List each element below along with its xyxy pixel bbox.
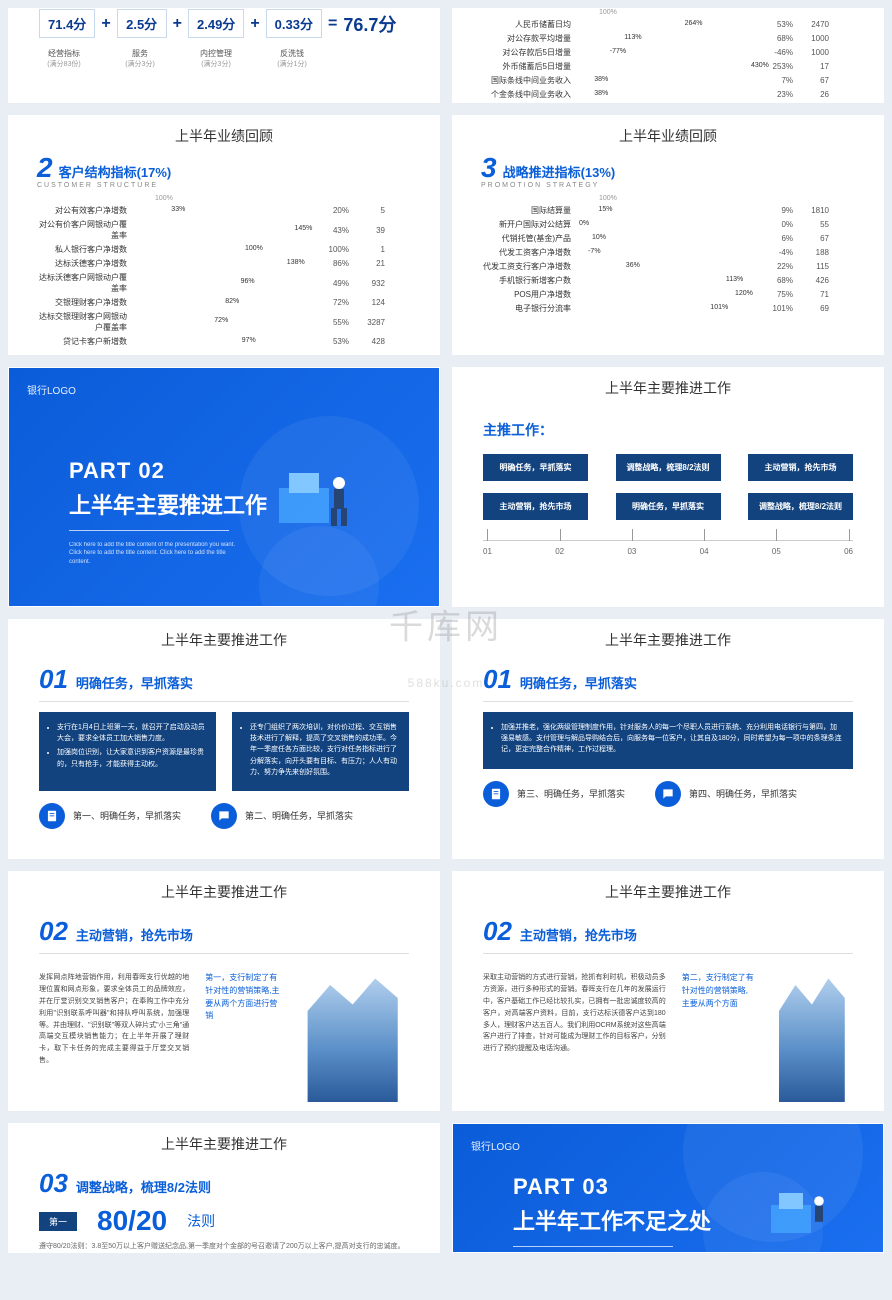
chart-row: 对公有价客户网银动户覆盖率 145% 43%39 xyxy=(37,219,411,241)
chart-row: 代发工资支行客户净增数 36% 22%115 xyxy=(481,261,855,272)
chat-icon xyxy=(211,803,237,829)
slide-promotion-strategy: 上半年业绩回顾 3战略推进指标(13%) PROMOTION STRATEGY … xyxy=(452,115,884,355)
chart-row: 达标交银理财客户网银动户覆盖率 72% 55%3287 xyxy=(37,311,411,333)
slide-task-01a: 上半年主要推进工作 01明确任务，早抓落实 支行在1月4日上班第一天，就召开了启… xyxy=(8,619,440,859)
slide-grid: 71.4分 + 2.5分 + 2.49分 + 0.33分 = 76.7分 经营指… xyxy=(8,8,884,1253)
slide-scores: 71.4分 + 2.5分 + 2.49分 + 0.33分 = 76.7分 经营指… xyxy=(8,8,440,103)
chart-row: 私人银行客户净增数 100% 100%1 xyxy=(37,244,411,255)
icon-item: 第四、明确任务，早抓落实 xyxy=(655,781,797,807)
timeline-box: 明确任务，早抓落实 xyxy=(616,493,721,520)
icon-item: 第三、明确任务，早抓落实 xyxy=(483,781,625,807)
chart-row: 达标沃德客户网银动户覆盖率 96% 49%932 xyxy=(37,272,411,294)
chart-row: 外币储蓄后5日增量 430% 253%17 xyxy=(481,61,855,72)
slide-task-03: 上半年主要推进工作 03调整战略，梳理8/2法则 第一 80/20 法则 遵守8… xyxy=(8,1123,440,1253)
doc-icon xyxy=(483,781,509,807)
chart-row: 代销托管(基金)产品 10% 6%67 xyxy=(481,233,855,244)
part-title: 上半年主要推进工作 xyxy=(69,488,267,520)
slide-task-02a: 上半年主要推进工作 02主动营销，抢先市场 发挥网点阵地营销作用，利用春晖支行优… xyxy=(8,871,440,1111)
rule-8020: 80/20 xyxy=(97,1205,167,1237)
body-text: 发挥网点阵地营销作用，利用春晖支行优越的地理位置和网点形象，要求全体员工的品牌效… xyxy=(39,972,189,1102)
plus-icon: + xyxy=(101,15,110,33)
worker-illustration xyxy=(763,1164,843,1253)
timeline-box: 明确任务，早抓落实 xyxy=(483,454,588,481)
chart-row: 新开户国际对公结算 0% 0%55 xyxy=(481,219,855,230)
bank-logo: 银行LOGO xyxy=(27,382,76,397)
chart-row: 达标沃德客户净增数 138% 86%21 xyxy=(37,258,411,269)
slide-task-02b: 上半年主要推进工作 02主动营销，抢先市场 采取主动营销的方式进行营销，抢抓有利… xyxy=(452,871,884,1111)
chart-row: 个金条线中间业务收入 38% 23%26 xyxy=(481,89,855,100)
slide-title: 上半年业绩回顾 xyxy=(9,116,439,152)
chart-row: 交银理财客户净增数 82% 72%124 xyxy=(37,297,411,308)
rule-tag: 第一 xyxy=(39,1212,77,1231)
chart-row: 对公存款后5日增量 -77% -46%1000 xyxy=(481,47,855,58)
chart-row: 对公存款平均增量 113% 68%1000 xyxy=(481,33,855,44)
timeline-box: 调整战略，梳理8/2法则 xyxy=(616,454,721,481)
chart-row: 对公有效客户净增数 33% 20%5 xyxy=(37,205,411,216)
slide-timeline: 上半年主要推进工作 主推工作： 明确任务，早抓落实调整战略，梳理8/2法则主动营… xyxy=(452,367,884,607)
chart-row: 手机银行新增客户数 113% 68%426 xyxy=(481,275,855,286)
icon-item: 第一、明确任务，早抓落实 xyxy=(39,803,181,829)
chart-row: 人民币储蓄日均 264% 53%2470 xyxy=(481,19,855,30)
chart-row: 国际结算量 15% 9%1810 xyxy=(481,205,855,216)
icon-item: 第二、明确任务，早抓落实 xyxy=(211,803,353,829)
timeline-box: 调整战略，梳理8/2法则 xyxy=(748,493,853,520)
timeline-box: 主动营销，抢先市场 xyxy=(483,493,588,520)
doc-icon xyxy=(39,803,65,829)
chat-icon xyxy=(655,781,681,807)
worker-illustration xyxy=(269,448,369,538)
building-icon xyxy=(296,972,409,1102)
chart-row: 电子银行分流率 101% 101%69 xyxy=(481,303,855,314)
timeline-box: 主动营销，抢先市场 xyxy=(748,454,853,481)
content-box: 支行在1月4日上班第一天，就召开了启动及动员大会，要求全体员工加大销售力度。加强… xyxy=(39,712,216,791)
timeline-heading: 主推工作： xyxy=(483,420,853,440)
chart-row: 代发工资客户净增数 -7% -4%188 xyxy=(481,247,855,258)
total-score: 76.7分 xyxy=(343,11,396,37)
slide-part03: 银行LOGO PART 03 上半年工作不足之处 Click here to a… xyxy=(452,1123,884,1253)
chart-row: 贷记卡客户新增数 97% 53%428 xyxy=(37,336,411,347)
part-number: PART 02 xyxy=(69,458,267,484)
slide-task-01b: 上半年主要推进工作 01明确任务，早抓落实 加强并推老，强化两级管理制度作用，针… xyxy=(452,619,884,859)
slide-chart-partial: 100%人民币储蓄日均 264% 53%2470对公存款平均增量 113% 68… xyxy=(452,8,884,103)
slide-customer-structure: 上半年业绩回顾 2客户结构指标(17%) CUSTOMER STRUCTURE … xyxy=(8,115,440,355)
building-icon xyxy=(771,972,853,1102)
slide-part02: 银行LOGO PART 02 上半年主要推进工作 Click here to a… xyxy=(8,367,440,607)
chart-row: 国际条线中间业务收入 38% 7%67 xyxy=(481,75,855,86)
score-box: 71.4分 xyxy=(39,9,95,38)
chart-row: POS用户净增数 120% 75%71 xyxy=(481,289,855,300)
